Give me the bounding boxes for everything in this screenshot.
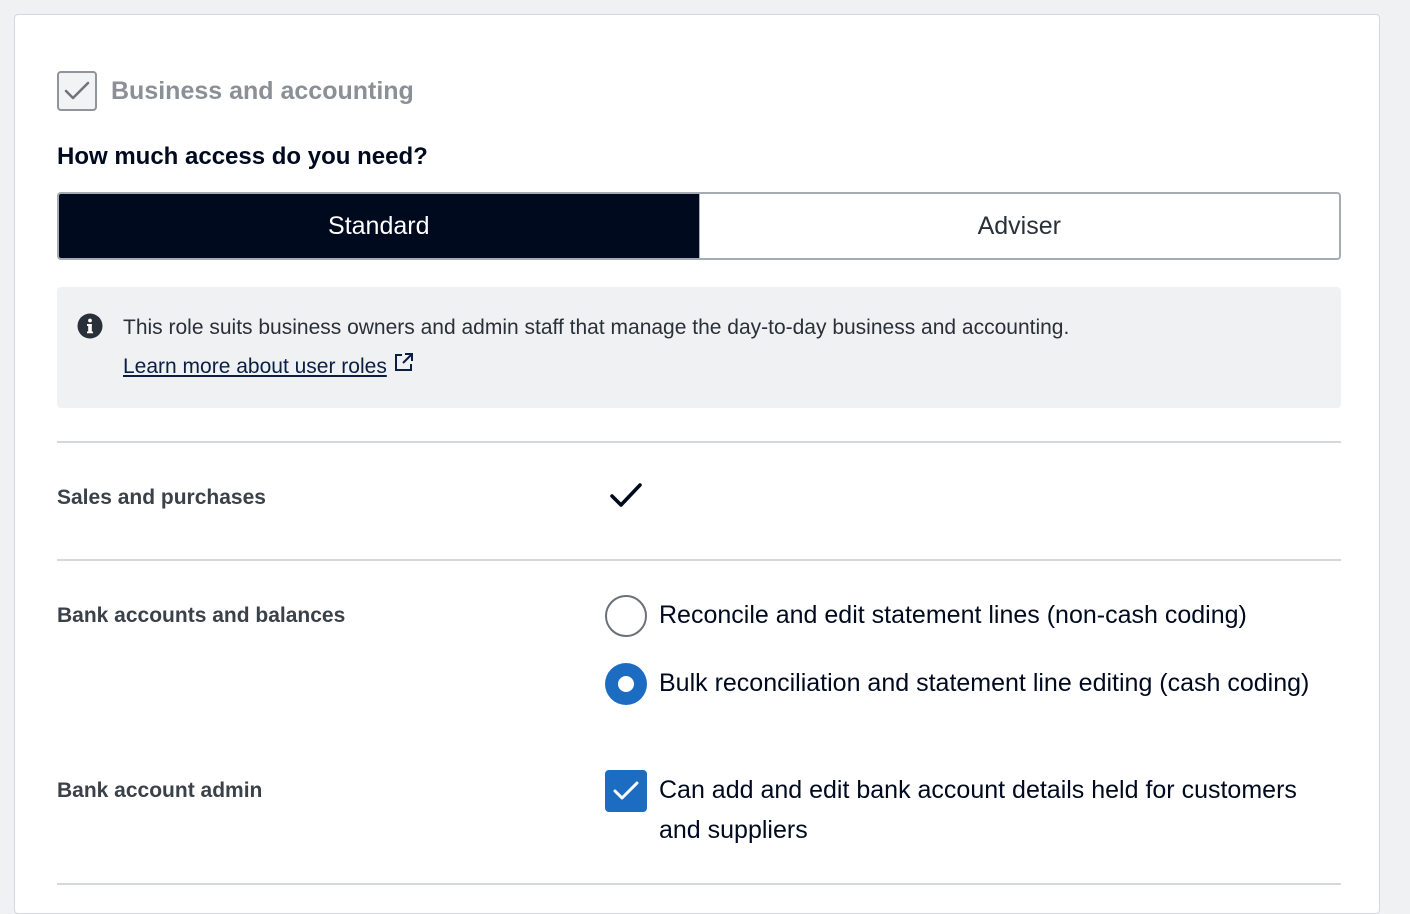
cash-coding-radio[interactable] xyxy=(605,663,647,705)
radio-dot xyxy=(618,676,634,692)
access-level-toggle: Standard Adviser xyxy=(57,192,1341,260)
bank-admin-option-label[interactable]: Can add and edit bank account details he… xyxy=(659,770,1335,850)
info-circle-icon xyxy=(77,313,103,339)
section-title: Business and accounting xyxy=(111,76,414,105)
bank-option-cash[interactable]: Bulk reconciliation and statement line e… xyxy=(605,663,1335,705)
role-info-box: This role suits business owners and admi… xyxy=(57,287,1341,408)
bank-admin-checkbox[interactable] xyxy=(605,770,647,812)
sales-purchases-label: Sales and purchases xyxy=(57,486,266,509)
learn-more-link-label[interactable]: Learn more about user roles xyxy=(123,355,387,379)
cash-coding-label[interactable]: Bulk reconciliation and statement line e… xyxy=(659,663,1309,703)
role-description: This role suits business owners and admi… xyxy=(123,316,1070,339)
standard-option-button[interactable]: Standard xyxy=(59,194,699,258)
section-header: Business and accounting xyxy=(57,71,414,111)
bank-accounts-label: Bank accounts and balances xyxy=(57,604,346,627)
learn-more-link[interactable]: Learn more about user roles xyxy=(123,353,415,379)
divider xyxy=(57,441,1341,443)
adviser-option-button[interactable]: Adviser xyxy=(698,194,1339,258)
divider xyxy=(57,559,1341,561)
check-icon xyxy=(64,81,90,100)
access-question: How much access do you need? xyxy=(57,143,428,170)
section-checkbox[interactable] xyxy=(57,71,97,111)
divider xyxy=(57,883,1341,885)
non-cash-coding-radio[interactable] xyxy=(605,595,647,637)
external-link-icon xyxy=(394,353,413,371)
non-cash-coding-label[interactable]: Reconcile and edit statement lines (non-… xyxy=(659,595,1247,635)
bank-admin-option[interactable]: Can add and edit bank account details he… xyxy=(605,770,1335,850)
checkmark-icon xyxy=(610,483,642,507)
check-icon xyxy=(613,781,639,800)
permissions-card: Business and accounting How much access … xyxy=(14,14,1380,914)
bank-account-admin-label: Bank account admin xyxy=(57,779,263,802)
bank-option-non-cash[interactable]: Reconcile and edit statement lines (non-… xyxy=(605,595,1335,637)
